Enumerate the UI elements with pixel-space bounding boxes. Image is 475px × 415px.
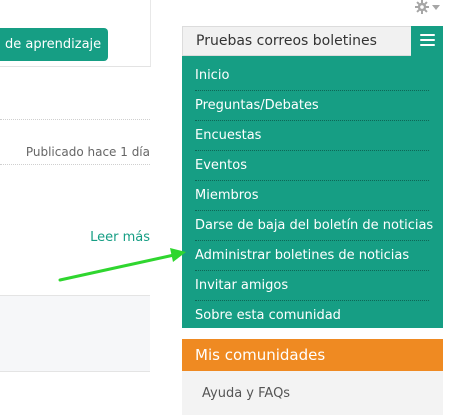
content-header: de aprendizaje <box>0 0 151 67</box>
nav-item-miembros[interactable]: Miembros <box>195 181 429 211</box>
widget-header: Pruebas correos boletines <box>182 26 443 56</box>
widget-title: Pruebas correos boletines <box>196 33 377 49</box>
community-nav-list: Inicio Preguntas/Debates Encuestas Event… <box>195 61 433 330</box>
community-item-help-faqs[interactable]: Ayuda y FAQs <box>202 386 290 401</box>
nav-item-invite-friends[interactable]: Invitar amigos <box>195 271 429 301</box>
nav-item-manage-newsletters[interactable]: Administrar boletines de noticias <box>195 241 429 271</box>
nav-item-encuestas[interactable]: Encuestas <box>195 121 429 151</box>
divider <box>0 164 150 165</box>
nav-item-preguntas-debates[interactable]: Preguntas/Debates <box>195 91 429 121</box>
hamburger-menu-icon[interactable] <box>411 26 443 56</box>
nav-item-inicio[interactable]: Inicio <box>195 61 429 91</box>
my-communities-list: Ayuda y FAQs <box>182 371 443 415</box>
post-preview <box>0 295 150 372</box>
my-communities-header: Mis comunidades <box>182 339 443 371</box>
published-time: Publicado hace 1 día <box>25 145 150 159</box>
community-nav-widget: Pruebas correos boletines Inicio Pregunt… <box>182 26 443 328</box>
read-more-link[interactable]: Leer más <box>90 230 150 245</box>
gear-icon[interactable] <box>415 0 441 14</box>
my-communities-title: Mis comunidades <box>195 346 326 364</box>
nav-item-eventos[interactable]: Eventos <box>195 151 429 181</box>
nav-item-unsubscribe-newsletter[interactable]: Darse de baja del boletín de noticias <box>195 211 433 241</box>
divider <box>0 119 150 120</box>
learning-button[interactable]: de aprendizaje <box>0 28 109 61</box>
nav-item-about-community[interactable]: Sobre esta comunidad <box>195 301 429 330</box>
